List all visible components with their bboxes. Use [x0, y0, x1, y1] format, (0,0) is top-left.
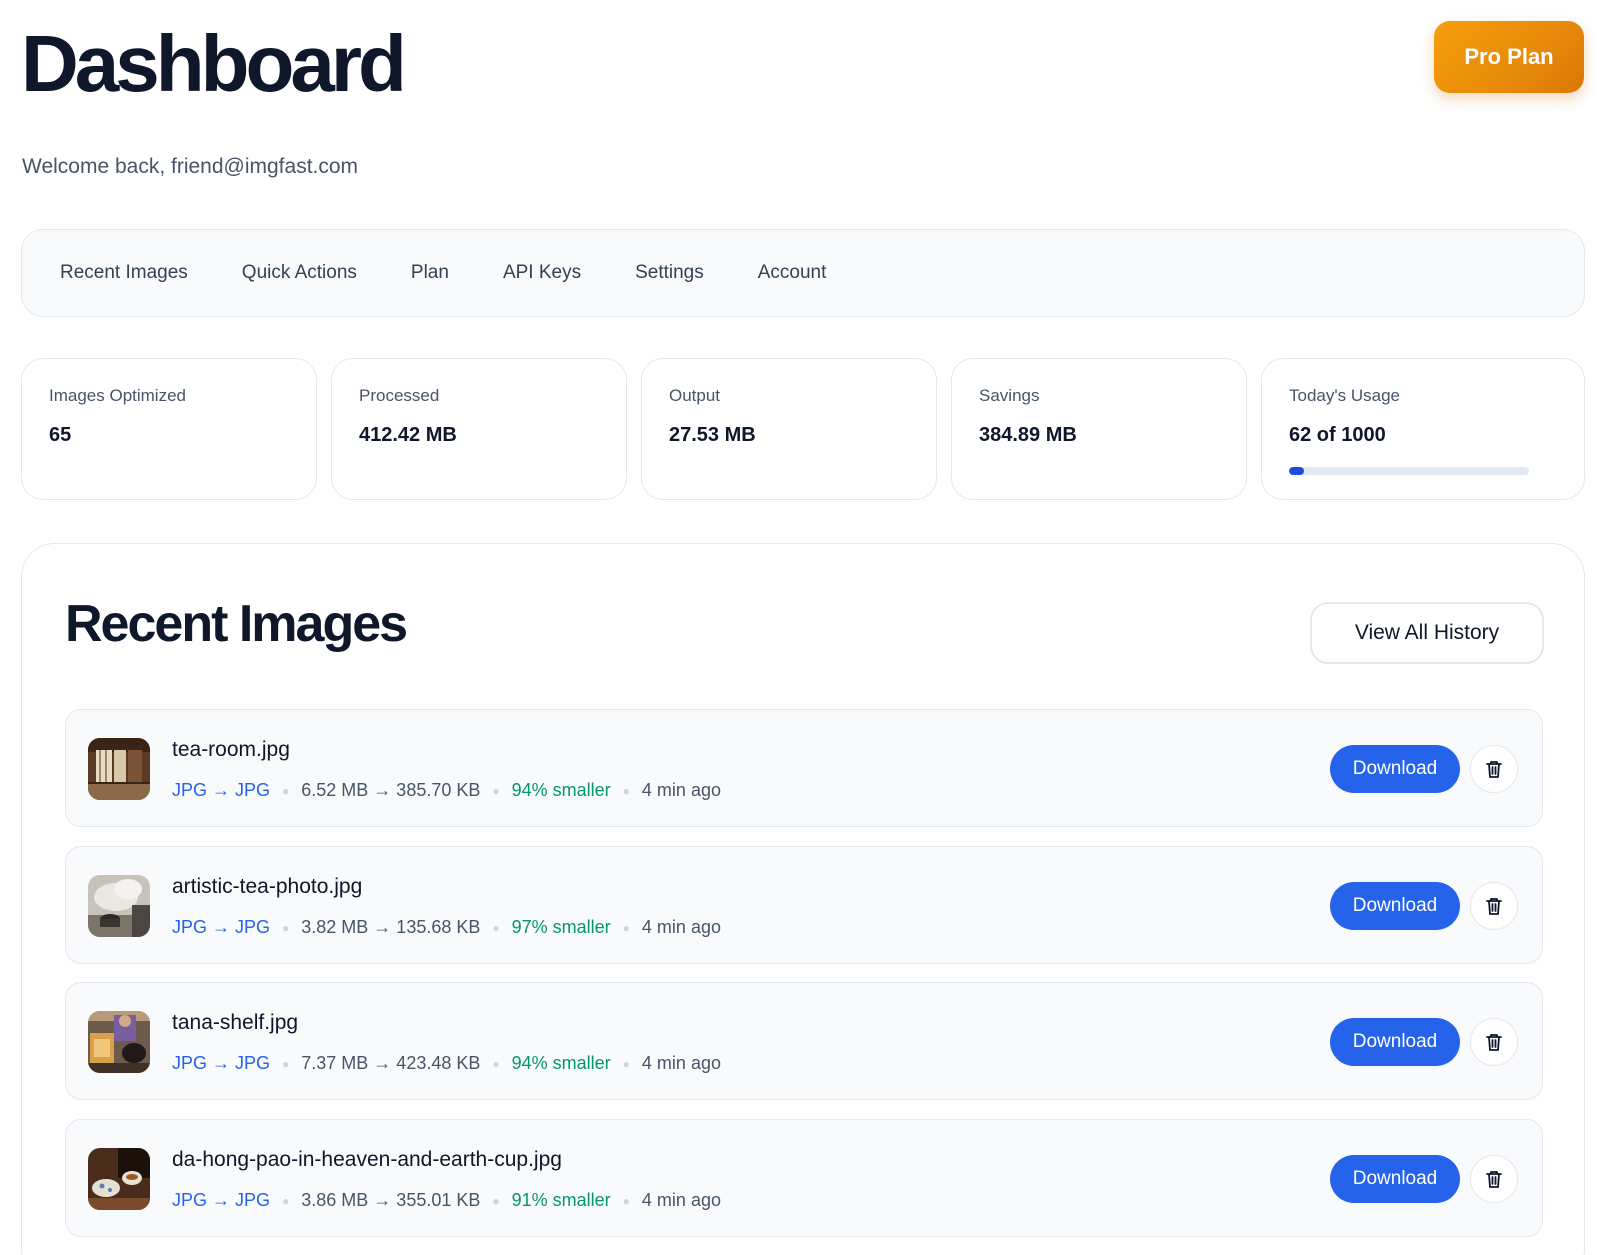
tea-steam-thumbnail-icon — [88, 875, 150, 937]
download-button[interactable]: Download — [1330, 882, 1460, 930]
separator-dot: ● — [492, 1056, 500, 1071]
image-row: tea-room.jpg JPG → JPG ● 6.52 MB → 385.7… — [65, 709, 1543, 827]
savings-percent: 94% smaller — [511, 780, 611, 800]
download-button[interactable]: Download — [1330, 1155, 1460, 1203]
download-button[interactable]: Download — [1330, 745, 1460, 793]
file-name: tea-room.jpg — [172, 738, 290, 761]
timestamp: 4 min ago — [641, 1190, 721, 1210]
separator-dot: ● — [622, 1056, 630, 1071]
stat-card-processed: Processed 412.42 MB — [331, 358, 627, 500]
stat-label: Images Optimized — [49, 386, 186, 405]
view-all-history-button[interactable]: View All History — [1310, 602, 1544, 664]
nav-item-api-keys[interactable]: API Keys — [503, 262, 581, 284]
image-row: tana-shelf.jpg JPG → JPG ● 7.37 MB → 423… — [65, 982, 1543, 1100]
conversion-format: JPG → JPG — [172, 780, 271, 800]
trash-icon — [1486, 761, 1502, 778]
tea-cup-thumbnail-icon — [88, 1148, 150, 1210]
delete-button[interactable] — [1470, 1155, 1518, 1203]
timestamp: 4 min ago — [641, 1053, 721, 1073]
conversion-format: JPG → JPG — [172, 1053, 271, 1073]
stat-value: 412.42 MB — [359, 424, 457, 446]
file-name: tana-shelf.jpg — [172, 1011, 299, 1034]
file-name: artistic-tea-photo.jpg — [172, 875, 363, 898]
file-sizes: 6.52 MB → 385.70 KB — [301, 780, 481, 800]
separator-dot: ● — [282, 1056, 290, 1071]
file-meta: JPG → JPG ● 7.37 MB → 423.48 KB ● 94% sm… — [172, 1053, 721, 1074]
usage-progress-fill — [1289, 467, 1304, 475]
usage-progress-bar — [1289, 467, 1529, 475]
timestamp: 4 min ago — [641, 780, 721, 800]
separator-dot: ● — [622, 920, 630, 935]
tea-room-thumbnail-icon — [88, 738, 150, 800]
nav-item-quick-actions[interactable]: Quick Actions — [242, 262, 357, 284]
file-meta: JPG → JPG ● 3.82 MB → 135.68 KB ● 97% sm… — [172, 917, 721, 938]
savings-percent: 94% smaller — [511, 1053, 611, 1073]
trash-icon — [1486, 1034, 1502, 1051]
stat-value: 384.89 MB — [979, 424, 1077, 446]
file-name: da-hong-pao-in-heaven-and-earth-cup.jpg — [172, 1148, 562, 1171]
nav-item-recent-images[interactable]: Recent Images — [60, 262, 188, 284]
recent-images-panel: Recent Images View All History tea-room.… — [21, 543, 1585, 1255]
conversion-format: JPG → JPG — [172, 917, 271, 937]
tea-shelf-thumbnail-icon — [88, 1011, 150, 1073]
stat-label: Savings — [979, 386, 1040, 405]
savings-percent: 91% smaller — [511, 1190, 611, 1210]
stat-card-todays-usage: Today's Usage 62 of 1000 — [1261, 358, 1585, 500]
conversion-format: JPG → JPG — [172, 1190, 271, 1210]
separator-dot: ● — [282, 920, 290, 935]
file-sizes: 3.86 MB → 355.01 KB — [301, 1190, 481, 1210]
nav-item-account[interactable]: Account — [758, 262, 827, 284]
stat-label: Output — [669, 386, 721, 405]
page-title: Dashboard — [21, 19, 407, 108]
image-row: da-hong-pao-in-heaven-and-earth-cup.jpg … — [65, 1119, 1543, 1237]
separator-dot: ● — [282, 1193, 290, 1208]
trash-icon — [1486, 1171, 1502, 1188]
delete-button[interactable] — [1470, 882, 1518, 930]
file-meta: JPG → JPG ● 3.86 MB → 355.01 KB ● 91% sm… — [172, 1190, 721, 1211]
dashboard-nav: Recent Images Quick Actions Plan API Key… — [21, 229, 1585, 317]
delete-button[interactable] — [1470, 1018, 1518, 1066]
nav-item-plan[interactable]: Plan — [411, 262, 449, 284]
stat-card-savings: Savings 384.89 MB — [951, 358, 1247, 500]
separator-dot: ● — [622, 783, 630, 798]
delete-button[interactable] — [1470, 745, 1518, 793]
stat-label: Today's Usage — [1289, 386, 1400, 405]
stat-value: 27.53 MB — [669, 424, 756, 446]
recent-images-title: Recent Images — [65, 595, 408, 653]
file-sizes: 7.37 MB → 423.48 KB — [301, 1053, 481, 1073]
stat-card-images-optimized: Images Optimized 65 — [21, 358, 317, 500]
savings-percent: 97% smaller — [511, 917, 611, 937]
file-sizes: 3.82 MB → 135.68 KB — [301, 917, 481, 937]
timestamp: 4 min ago — [641, 917, 721, 937]
stat-value: 62 of 1000 — [1289, 424, 1386, 446]
download-button[interactable]: Download — [1330, 1018, 1460, 1066]
nav-item-settings[interactable]: Settings — [635, 262, 704, 284]
welcome-message: Welcome back, friend@imgfast.com — [22, 155, 359, 178]
stat-value: 65 — [49, 424, 72, 446]
pro-plan-button[interactable]: Pro Plan — [1434, 21, 1584, 93]
trash-icon — [1486, 898, 1502, 915]
separator-dot: ● — [492, 1193, 500, 1208]
separator-dot: ● — [282, 783, 290, 798]
separator-dot: ● — [622, 1193, 630, 1208]
image-row: artistic-tea-photo.jpg JPG → JPG ● 3.82 … — [65, 846, 1543, 964]
separator-dot: ● — [492, 920, 500, 935]
stat-label: Processed — [359, 386, 440, 405]
stat-card-output: Output 27.53 MB — [641, 358, 937, 500]
file-meta: JPG → JPG ● 6.52 MB → 385.70 KB ● 94% sm… — [172, 780, 721, 801]
separator-dot: ● — [492, 783, 500, 798]
